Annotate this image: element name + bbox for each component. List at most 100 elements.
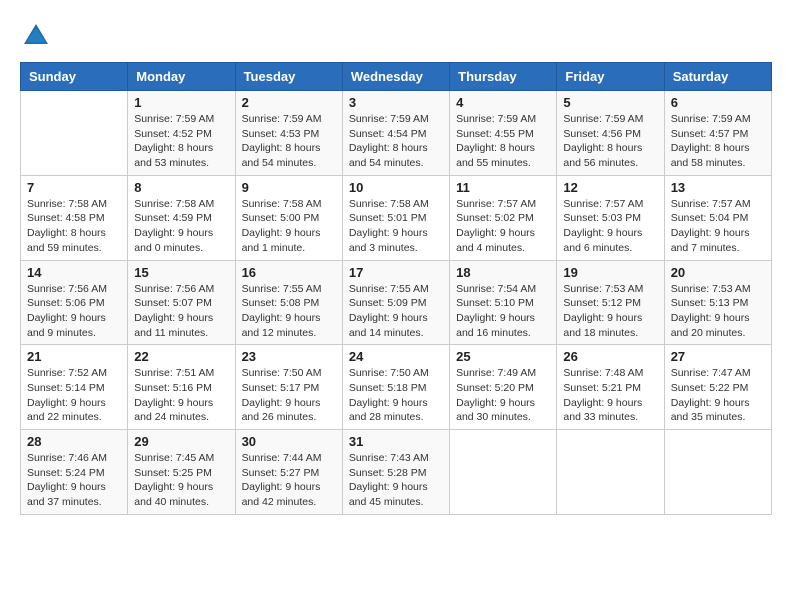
calendar-cell: 16Sunrise: 7:55 AM Sunset: 5:08 PM Dayli… [235, 260, 342, 345]
day-number: 19 [563, 265, 657, 280]
day-header: Monday [128, 63, 235, 91]
day-detail: Sunrise: 7:57 AM Sunset: 5:02 PM Dayligh… [456, 197, 550, 256]
day-number: 12 [563, 180, 657, 195]
calendar-cell [21, 91, 128, 176]
calendar-cell: 31 Sunrise: 7:43 AM Sunset: 5:28 PM Dayli… [342, 430, 449, 515]
calendar-cell: 11 Sunrise: 7:57 AM Sunset: 5:02 PM Dayli… [450, 175, 557, 260]
logo [20, 20, 56, 52]
day-number: 6 [671, 95, 765, 110]
day-number: 22 [134, 349, 228, 364]
calendar-cell: 25 Sunrise: 7:49 AM Sunset: 5:20 PM Dayli… [450, 345, 557, 430]
calendar-cell: 20 Sunrise: 7:53 AM Sunset: 5:13 PM Dayli… [664, 260, 771, 345]
week-row: 7 Sunrise: 7:58 AM Sunset: 4:58 PM Daylig… [21, 175, 772, 260]
calendar-cell: 24 Sunrise: 7:50 AM Sunset: 5:18 PM Dayli… [342, 345, 449, 430]
day-detail: Sunrise: 7:51 AM Sunset: 5:16 PM Dayligh… [134, 366, 228, 425]
day-number: 7 [27, 180, 121, 195]
day-detail: Sunrise: 7:59 AM Sunset: 4:53 PM Dayligh… [242, 112, 336, 171]
day-number: 13 [671, 180, 765, 195]
day-detail: Sunrise: 7:56 AM Sunset: 5:07 PM Dayligh… [134, 282, 228, 341]
day-number: 18 [456, 265, 550, 280]
day-header: Friday [557, 63, 664, 91]
day-number: 31 [349, 434, 443, 449]
day-detail: Sunrise: 7:50 AM Sunset: 5:18 PM Dayligh… [349, 366, 443, 425]
page-header [20, 20, 772, 52]
calendar-cell: 15 Sunrise: 7:56 AM Sunset: 5:07 PM Dayli… [128, 260, 235, 345]
day-detail: Sunrise: 7:58 AM Sunset: 5:00 PM Dayligh… [242, 197, 336, 256]
calendar-cell: 13 Sunrise: 7:57 AM Sunset: 5:04 PM Dayli… [664, 175, 771, 260]
day-number: 2 [242, 95, 336, 110]
day-number: 24 [349, 349, 443, 364]
day-detail: Sunrise: 7:59 AM Sunset: 4:52 PM Dayligh… [134, 112, 228, 171]
day-detail: Sunrise: 7:59 AM Sunset: 4:55 PM Dayligh… [456, 112, 550, 171]
calendar-cell: 30Sunrise: 7:44 AM Sunset: 5:27 PM Dayli… [235, 430, 342, 515]
week-row: 1 Sunrise: 7:59 AM Sunset: 4:52 PM Daylig… [21, 91, 772, 176]
calendar-cell: 19 Sunrise: 7:53 AM Sunset: 5:12 PM Dayli… [557, 260, 664, 345]
day-detail: Sunrise: 7:50 AM Sunset: 5:17 PM Dayligh… [242, 366, 336, 425]
calendar-cell: 3 Sunrise: 7:59 AM Sunset: 4:54 PM Daylig… [342, 91, 449, 176]
calendar-cell: 5 Sunrise: 7:59 AM Sunset: 4:56 PM Daylig… [557, 91, 664, 176]
day-detail: Sunrise: 7:58 AM Sunset: 4:59 PM Dayligh… [134, 197, 228, 256]
calendar-cell: 2 Sunrise: 7:59 AM Sunset: 4:53 PM Daylig… [235, 91, 342, 176]
day-detail: Sunrise: 7:52 AM Sunset: 5:14 PM Dayligh… [27, 366, 121, 425]
day-detail: Sunrise: 7:54 AM Sunset: 5:10 PM Dayligh… [456, 282, 550, 341]
day-number: 1 [134, 95, 228, 110]
calendar-cell: 26Sunrise: 7:48 AM Sunset: 5:21 PM Dayli… [557, 345, 664, 430]
day-detail: Sunrise: 7:53 AM Sunset: 5:12 PM Dayligh… [563, 282, 657, 341]
calendar-cell: 23 Sunrise: 7:50 AM Sunset: 5:17 PM Dayli… [235, 345, 342, 430]
calendar-table: SundayMondayTuesdayWednesdayThursdayFrid… [20, 62, 772, 515]
calendar-cell: 6Sunrise: 7:59 AM Sunset: 4:57 PM Daylig… [664, 91, 771, 176]
day-detail: Sunrise: 7:46 AM Sunset: 5:24 PM Dayligh… [27, 451, 121, 510]
day-detail: Sunrise: 7:53 AM Sunset: 5:13 PM Dayligh… [671, 282, 765, 341]
day-detail: Sunrise: 7:43 AM Sunset: 5:28 PM Dayligh… [349, 451, 443, 510]
day-detail: Sunrise: 7:47 AM Sunset: 5:22 PM Dayligh… [671, 366, 765, 425]
day-detail: Sunrise: 7:48 AM Sunset: 5:21 PM Dayligh… [563, 366, 657, 425]
day-number: 3 [349, 95, 443, 110]
calendar-cell: 12 Sunrise: 7:57 AM Sunset: 5:03 PM Dayli… [557, 175, 664, 260]
day-header: Wednesday [342, 63, 449, 91]
header-row: SundayMondayTuesdayWednesdayThursdayFrid… [21, 63, 772, 91]
day-detail: Sunrise: 7:59 AM Sunset: 4:54 PM Dayligh… [349, 112, 443, 171]
day-number: 15 [134, 265, 228, 280]
day-detail: Sunrise: 7:45 AM Sunset: 5:25 PM Dayligh… [134, 451, 228, 510]
calendar-cell: 18 Sunrise: 7:54 AM Sunset: 5:10 PM Dayli… [450, 260, 557, 345]
day-number: 5 [563, 95, 657, 110]
calendar-cell: 17Sunrise: 7:55 AM Sunset: 5:09 PM Dayli… [342, 260, 449, 345]
day-number: 14 [27, 265, 121, 280]
day-detail: Sunrise: 7:55 AM Sunset: 5:08 PM Dayligh… [242, 282, 336, 341]
day-detail: Sunrise: 7:49 AM Sunset: 5:20 PM Dayligh… [456, 366, 550, 425]
day-detail: Sunrise: 7:58 AM Sunset: 5:01 PM Dayligh… [349, 197, 443, 256]
calendar-cell [450, 430, 557, 515]
day-header: Saturday [664, 63, 771, 91]
day-number: 23 [242, 349, 336, 364]
day-number: 10 [349, 180, 443, 195]
day-detail: Sunrise: 7:59 AM Sunset: 4:56 PM Dayligh… [563, 112, 657, 171]
day-header: Tuesday [235, 63, 342, 91]
calendar-cell: 22 Sunrise: 7:51 AM Sunset: 5:16 PM Dayli… [128, 345, 235, 430]
day-detail: Sunrise: 7:56 AM Sunset: 5:06 PM Dayligh… [27, 282, 121, 341]
calendar-cell [664, 430, 771, 515]
day-detail: Sunrise: 7:58 AM Sunset: 4:58 PM Dayligh… [27, 197, 121, 256]
day-number: 4 [456, 95, 550, 110]
calendar-cell: 10 Sunrise: 7:58 AM Sunset: 5:01 PM Dayli… [342, 175, 449, 260]
day-detail: Sunrise: 7:57 AM Sunset: 5:04 PM Dayligh… [671, 197, 765, 256]
calendar-cell: 7 Sunrise: 7:58 AM Sunset: 4:58 PM Daylig… [21, 175, 128, 260]
day-detail: Sunrise: 7:55 AM Sunset: 5:09 PM Dayligh… [349, 282, 443, 341]
day-number: 27 [671, 349, 765, 364]
calendar-cell: 8Sunrise: 7:58 AM Sunset: 4:59 PM Daylig… [128, 175, 235, 260]
day-number: 25 [456, 349, 550, 364]
calendar-cell: 21 Sunrise: 7:52 AM Sunset: 5:14 PM Dayli… [21, 345, 128, 430]
calendar-cell: 4 Sunrise: 7:59 AM Sunset: 4:55 PM Daylig… [450, 91, 557, 176]
day-number: 20 [671, 265, 765, 280]
day-detail: Sunrise: 7:57 AM Sunset: 5:03 PM Dayligh… [563, 197, 657, 256]
day-detail: Sunrise: 7:44 AM Sunset: 5:27 PM Dayligh… [242, 451, 336, 510]
day-number: 11 [456, 180, 550, 195]
day-header: Sunday [21, 63, 128, 91]
day-header: Thursday [450, 63, 557, 91]
calendar-cell: 14 Sunrise: 7:56 AM Sunset: 5:06 PM Dayli… [21, 260, 128, 345]
calendar-cell: 27 Sunrise: 7:47 AM Sunset: 5:22 PM Dayli… [664, 345, 771, 430]
calendar-cell: 29Sunrise: 7:45 AM Sunset: 5:25 PM Dayli… [128, 430, 235, 515]
week-row: 21 Sunrise: 7:52 AM Sunset: 5:14 PM Dayli… [21, 345, 772, 430]
week-row: 28Sunrise: 7:46 AM Sunset: 5:24 PM Dayli… [21, 430, 772, 515]
week-row: 14 Sunrise: 7:56 AM Sunset: 5:06 PM Dayli… [21, 260, 772, 345]
day-number: 21 [27, 349, 121, 364]
